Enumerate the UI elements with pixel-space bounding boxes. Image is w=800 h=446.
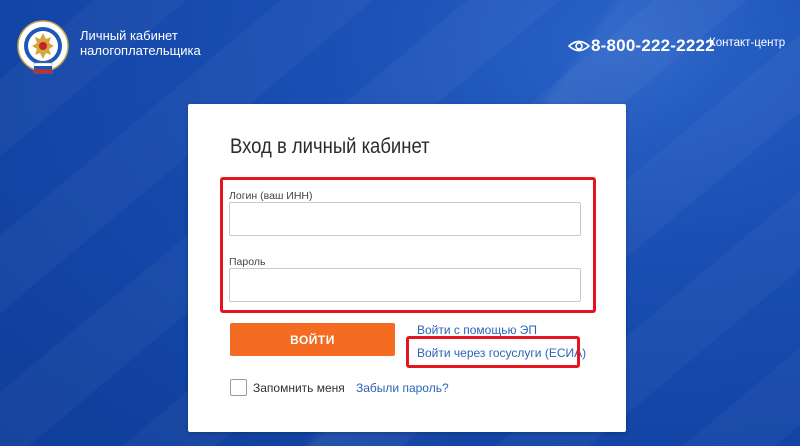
password-label: Пароль — [229, 256, 266, 268]
password-input[interactable] — [229, 268, 581, 302]
remember-checkbox[interactable] — [230, 379, 247, 396]
ep-login-link[interactable]: Войти с помощью ЭП — [417, 323, 537, 337]
esia-login-link[interactable]: Войти через госуслуги (ЕСИА) — [417, 346, 586, 360]
app-title-line2: налогоплательщика — [80, 43, 201, 58]
phone-block[interactable]: 8-800-222-2222 — [568, 36, 715, 56]
login-card: Вход в личный кабинет Логин (ваш ИНН) Па… — [188, 104, 626, 432]
eye-icon — [568, 40, 590, 52]
fns-emblem-icon[interactable] — [17, 19, 69, 75]
hotline-phone[interactable]: 8-800-222-2222 — [591, 36, 715, 56]
remember-label[interactable]: Запомнить меня — [253, 381, 345, 395]
login-label: Логин (ваш ИНН) — [229, 190, 313, 202]
login-input[interactable] — [229, 202, 581, 236]
forgot-password-link[interactable]: Забыли пароль? — [356, 381, 449, 395]
app-title-line1: Личный кабинет — [80, 28, 178, 43]
contact-center-link[interactable]: Контакт-центр — [709, 37, 785, 49]
login-button[interactable]: ВОЙТИ — [230, 323, 395, 356]
login-title: Вход в личный кабинет — [230, 135, 430, 158]
app-title: Личный кабинет налогоплательщика — [80, 28, 201, 58]
